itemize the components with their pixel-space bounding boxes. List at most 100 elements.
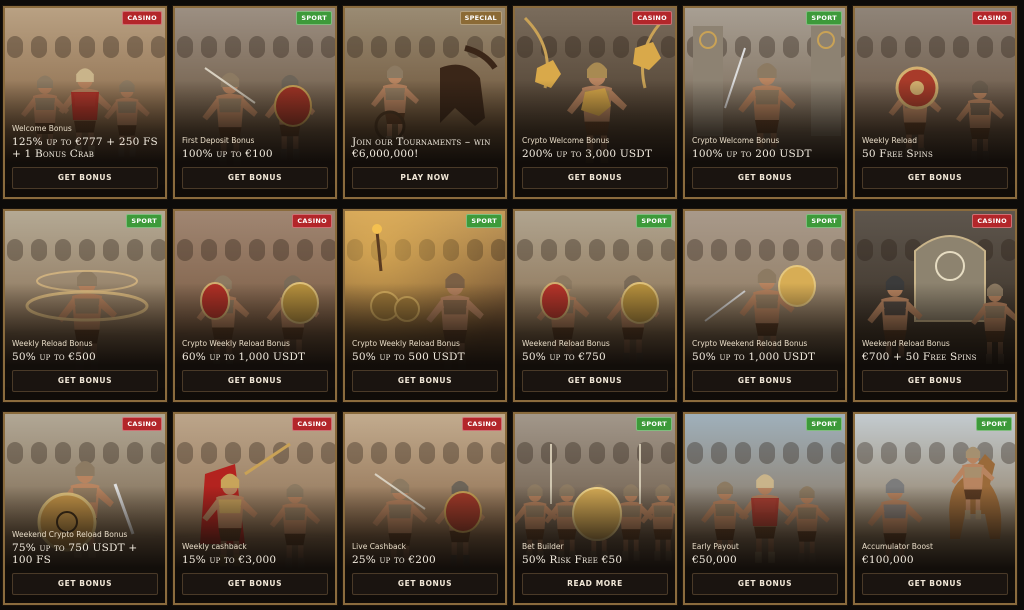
category-badge: SPORT	[976, 417, 1012, 431]
promo-cta-button[interactable]: GET BONUS	[522, 370, 668, 392]
promo-cta-button[interactable]: GET BONUS	[522, 167, 668, 189]
category-badge: CASINO	[972, 214, 1012, 228]
category-badge: SPORT	[806, 417, 842, 431]
promo-cta-button[interactable]: GET BONUS	[182, 370, 328, 392]
promo-card[interactable]: SPORT Crypto Weekly Reload Bonus 50% up …	[343, 209, 507, 402]
category-badge: CASINO	[122, 11, 162, 25]
promotions-grid: CASINO Welcome Bonus 125% up to €777 + 2…	[0, 0, 1024, 610]
promo-cta-button[interactable]: GET BONUS	[12, 370, 158, 392]
promo-card[interactable]: SPORT Early Payout €50,000 GET BONUS	[683, 412, 847, 605]
promo-card[interactable]: SPORT Crypto Weekend Reload Bonus 50% up…	[683, 209, 847, 402]
promo-subtitle: Live Cashback	[352, 542, 407, 551]
promo-card[interactable]: SPORT Weekend Reload Bonus 50% up to €75…	[513, 209, 677, 402]
promo-subtitle: Crypto Weekend Reload Bonus	[692, 339, 808, 348]
promo-subtitle: Weekend Reload Bonus	[862, 339, 950, 348]
promo-info: First Deposit Bonus 100% up to €100 GET …	[182, 136, 328, 189]
promo-card[interactable]: CASINO Weekend Reload Bonus €700 + 50 Fr…	[853, 209, 1017, 402]
promo-card[interactable]: CASINO Crypto Weekly Reload Bonus 60% up…	[173, 209, 337, 402]
promo-cta-button[interactable]: GET BONUS	[692, 370, 838, 392]
promo-title: 100% up to 200 USDT	[692, 148, 812, 160]
promo-subtitle: Crypto Weekly Reload Bonus	[352, 339, 460, 348]
promo-info: Crypto Weekend Reload Bonus 50% up to 1,…	[692, 339, 838, 392]
promo-cta-button[interactable]: GET BONUS	[12, 167, 158, 189]
promo-info: Crypto Weekly Reload Bonus 50% up to 500…	[352, 339, 498, 392]
promo-card[interactable]: CASINO Weekend Crypto Reload Bonus 75% u…	[3, 412, 167, 605]
promo-cta-button[interactable]: GET BONUS	[182, 573, 328, 595]
promo-subtitle: Weekend Reload Bonus	[522, 339, 610, 348]
promo-card[interactable]: SPECIAL Join our Tournaments – win €6,00…	[343, 6, 507, 199]
promo-info: Accumulator Boost €100,000 GET BONUS	[862, 542, 1008, 595]
promo-card[interactable]: CASINO Crypto Welcome Bonus 200% up to 3…	[513, 6, 677, 199]
promo-subtitle: Weekend Crypto Reload Bonus	[12, 530, 128, 539]
promo-title: 50% Risk Free €50	[522, 554, 623, 566]
promo-info: Weekend Reload Bonus €700 + 50 Free Spin…	[862, 339, 1008, 392]
category-badge: SPECIAL	[459, 11, 502, 25]
promo-cta-button[interactable]: GET BONUS	[12, 573, 158, 595]
promo-info: Weekly Reload 50 Free Spins GET BONUS	[862, 136, 1008, 189]
promo-cta-button[interactable]: READ MORE	[522, 573, 668, 595]
promo-title: €700 + 50 Free Spins	[862, 351, 977, 363]
category-badge: SPORT	[466, 214, 502, 228]
promo-cta-button[interactable]: GET BONUS	[352, 573, 498, 595]
promo-title: 50 Free Spins	[862, 148, 934, 160]
category-badge: SPORT	[636, 214, 672, 228]
promo-cta-button[interactable]: PLAY NOW	[352, 167, 498, 189]
promo-subtitle: Weekly Reload Bonus	[12, 339, 93, 348]
category-badge: CASINO	[632, 11, 672, 25]
promo-cta-button[interactable]: GET BONUS	[862, 573, 1008, 595]
category-badge: CASINO	[292, 214, 332, 228]
promo-cta-button[interactable]: GET BONUS	[692, 573, 838, 595]
promo-cta-button[interactable]: GET BONUS	[692, 167, 838, 189]
promo-subtitle: Accumulator Boost	[862, 542, 933, 551]
promo-card[interactable]: CASINO Welcome Bonus 125% up to €777 + 2…	[3, 6, 167, 199]
promo-info: Crypto Welcome Bonus 100% up to 200 USDT…	[692, 136, 838, 189]
promo-info: Weekend Crypto Reload Bonus 75% up to 75…	[12, 530, 158, 595]
category-badge: SPORT	[296, 11, 332, 25]
promo-subtitle: Bet Builder	[522, 542, 564, 551]
category-badge: SPORT	[126, 214, 162, 228]
promo-card[interactable]: SPORT Bet Builder 50% Risk Free €50 READ…	[513, 412, 677, 605]
promo-title: 25% up to €200	[352, 554, 436, 566]
promo-cta-button[interactable]: GET BONUS	[352, 370, 498, 392]
promo-title: 50% up to 1,000 USDT	[692, 351, 816, 363]
category-badge: SPORT	[806, 214, 842, 228]
promo-title: 125% up to €777 + 250 FS + 1 Bonus Crab	[12, 136, 158, 160]
promo-info: Welcome Bonus 125% up to €777 + 250 FS +…	[12, 124, 158, 189]
promo-card[interactable]: SPORT Accumulator Boost €100,000 GET BON…	[853, 412, 1017, 605]
promo-info: Crypto Welcome Bonus 200% up to 3,000 US…	[522, 136, 668, 189]
promo-title: €100,000	[862, 554, 914, 566]
promo-subtitle: Crypto Weekly Reload Bonus	[182, 339, 290, 348]
promo-info: Bet Builder 50% Risk Free €50 READ MORE	[522, 542, 668, 595]
promo-title: 60% up to 1,000 USDT	[182, 351, 306, 363]
promo-title: 100% up to €100	[182, 148, 273, 160]
promo-cta-button[interactable]: GET BONUS	[862, 370, 1008, 392]
promo-card[interactable]: CASINO Live Cashback 25% up to €200 GET …	[343, 412, 507, 605]
category-badge: CASINO	[972, 11, 1012, 25]
category-badge: CASINO	[462, 417, 502, 431]
promo-card[interactable]: CASINO Weekly cashback 15% up to €3,000 …	[173, 412, 337, 605]
promo-info: Weekly Reload Bonus 50% up to €500 GET B…	[12, 339, 158, 392]
promo-info: Weekend Reload Bonus 50% up to €750 GET …	[522, 339, 668, 392]
promo-subtitle: Weekly cashback	[182, 542, 247, 551]
promo-subtitle: Crypto Welcome Bonus	[522, 136, 610, 145]
promo-title: 50% up to €750	[522, 351, 606, 363]
promo-card[interactable]: SPORT Crypto Welcome Bonus 100% up to 20…	[683, 6, 847, 199]
promo-card[interactable]: SPORT First Deposit Bonus 100% up to €10…	[173, 6, 337, 199]
promo-info: Weekly cashback 15% up to €3,000 GET BON…	[182, 542, 328, 595]
promo-title: Join our Tournaments – win €6,000,000!	[352, 136, 491, 160]
promo-subtitle: Early Payout	[692, 542, 739, 551]
promo-title: 75% up to 750 USDT + 100 FS	[12, 542, 138, 566]
promo-title: 50% up to 500 USDT	[352, 351, 465, 363]
promo-title: €50,000	[692, 554, 737, 566]
promo-cta-button[interactable]: GET BONUS	[182, 167, 328, 189]
promo-subtitle: First Deposit Bonus	[182, 136, 255, 145]
promo-info: Live Cashback 25% up to €200 GET BONUS	[352, 542, 498, 595]
promo-info: Join our Tournaments – win €6,000,000! P…	[352, 133, 498, 189]
category-badge: SPORT	[806, 11, 842, 25]
promo-subtitle: Crypto Welcome Bonus	[692, 136, 780, 145]
category-badge: CASINO	[292, 417, 332, 431]
promo-title: 50% up to €500	[12, 351, 96, 363]
promo-cta-button[interactable]: GET BONUS	[862, 167, 1008, 189]
promo-card[interactable]: CASINO Weekly Reload 50 Free Spins GET B…	[853, 6, 1017, 199]
promo-card[interactable]: SPORT Weekly Reload Bonus 50% up to €500…	[3, 209, 167, 402]
